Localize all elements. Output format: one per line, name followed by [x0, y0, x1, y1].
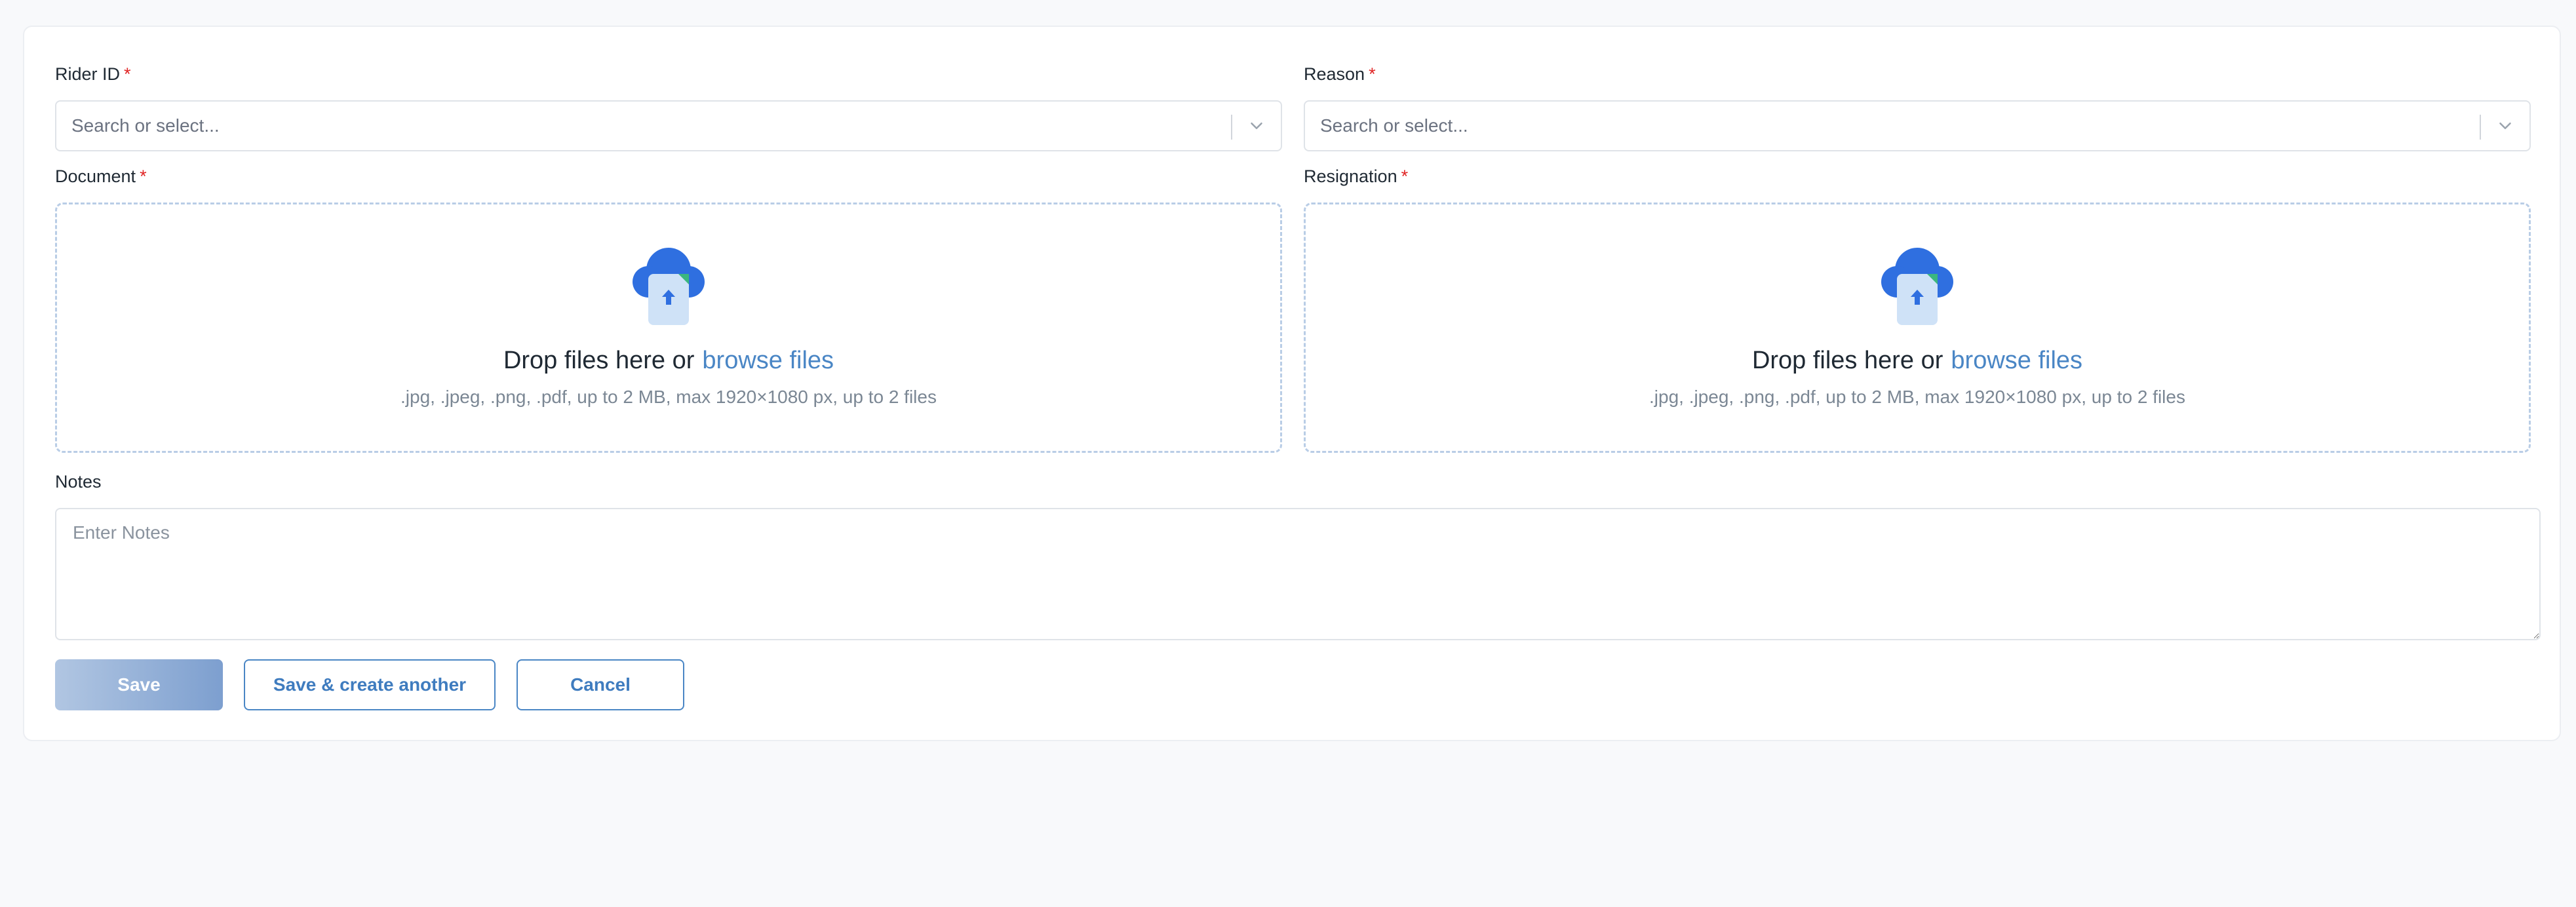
reason-select[interactable]: Search or select... — [1304, 100, 2531, 151]
document-hint: .jpg, .jpeg, .png, .pdf, up to 2 MB, max… — [400, 387, 937, 407]
document-drop-text: Drop files here or browse files — [503, 347, 834, 374]
rider-id-label: Rider ID * — [55, 64, 131, 84]
required-mark: * — [124, 64, 131, 84]
chevron-down-icon[interactable] — [2495, 116, 2515, 136]
document-field: Document * Drop files here or browse files… — [55, 164, 1282, 456]
rider-id-placeholder: Search or select... — [71, 115, 220, 136]
document-dropzone[interactable]: Drop files here or browse files .jpg, .jp… — [55, 203, 1282, 453]
cancel-button[interactable]: Cancel — [517, 659, 684, 710]
reason-field: Reason * Search or select... — [1304, 62, 2531, 154]
browse-files-link[interactable]: browse files — [1951, 347, 2082, 374]
select-divider — [1231, 115, 1232, 140]
notes-textarea[interactable] — [55, 508, 2541, 640]
rider-id-field: Rider ID * Search or select... — [55, 62, 1282, 154]
resignation-hint: .jpg, .jpeg, .png, .pdf, up to 2 MB, max… — [1649, 387, 2185, 407]
notes-field: Notes — [55, 470, 2541, 644]
browse-files-link[interactable]: browse files — [702, 347, 834, 374]
required-mark: * — [1401, 166, 1409, 186]
chevron-down-icon[interactable] — [1247, 116, 1266, 136]
resignation-dropzone[interactable]: Drop files here or browse files .jpg, .jp… — [1304, 203, 2531, 453]
resignation-label: Resignation * — [1304, 166, 1409, 186]
reason-label: Reason * — [1304, 64, 1376, 84]
select-divider — [2480, 115, 2481, 140]
cloud-upload-icon — [1881, 248, 1953, 325]
resignation-drop-text: Drop files here or browse files — [1751, 347, 2083, 374]
reason-placeholder: Search or select... — [1320, 115, 1468, 136]
form-card: Rider ID * Search or select... Reason * Se… — [23, 26, 2561, 741]
required-mark: * — [140, 166, 147, 186]
cloud-upload-icon — [633, 248, 705, 325]
save-create-another-button[interactable]: Save & create another — [244, 659, 496, 710]
required-mark: * — [1369, 64, 1376, 84]
save-button[interactable]: Save — [55, 659, 223, 710]
resignation-field: Resignation * Drop files here or browse fi… — [1304, 164, 2531, 456]
notes-label: Notes — [55, 472, 102, 492]
document-label: Document * — [55, 166, 147, 186]
rider-id-select[interactable]: Search or select... — [55, 100, 1282, 151]
